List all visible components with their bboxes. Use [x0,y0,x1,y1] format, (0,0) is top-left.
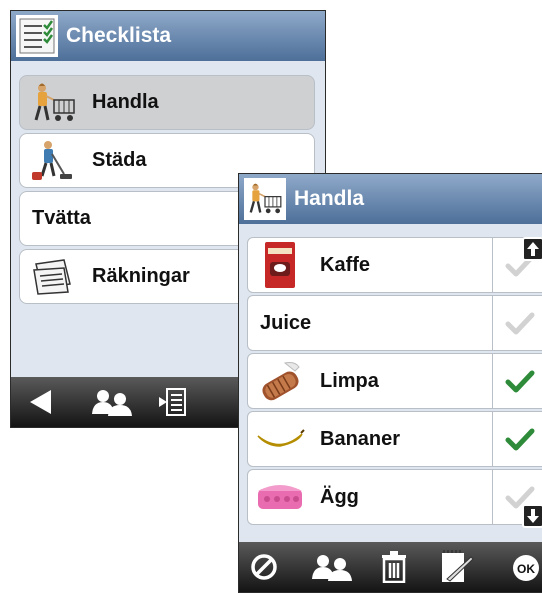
list-item-bananer[interactable]: Bananer [247,411,542,467]
list-item-label: Juice [260,311,312,334]
list-item-handla[interactable]: Handla [19,75,315,130]
list-item-main[interactable]: Kaffe [247,237,493,293]
list-edit-icon[interactable] [157,386,189,418]
list-item-agg[interactable]: Ägg [247,469,542,525]
vacuum-person-icon [28,137,80,185]
list-item-label: Handla [92,91,159,113]
list-item-main[interactable]: Bananer [247,411,493,467]
back-arrow-icon[interactable] [27,389,53,415]
users-icon[interactable] [91,388,135,416]
trash-icon[interactable] [381,551,407,584]
shopping-cart-person-icon [244,178,286,220]
banana-icon [254,414,306,464]
checkmark-checked[interactable] [493,353,542,409]
checklist-icon [16,15,58,57]
checklista-title: Checklista [66,24,172,47]
list-item-main[interactable]: Limpa [247,353,493,409]
list-item-main[interactable]: Juice [247,295,493,351]
list-item-label: Räkningar [92,265,190,287]
shopping-cart-person-icon [28,79,80,127]
cancel-icon[interactable] [250,553,278,581]
list-item-label: Tvätta [32,207,91,229]
egg-carton-icon [254,472,306,522]
handla-window: Handla Kaffe Juice Limpa Bananer Ägg OK [238,173,542,593]
checklista-titlebar: Checklista [11,11,325,61]
list-item-label: Städa [92,149,147,171]
scroll-down-button[interactable] [522,504,542,528]
list-item-label: Limpa [320,369,379,392]
checkmark-checked[interactable] [493,411,542,467]
handla-list: Kaffe Juice Limpa Bananer Ägg [239,224,542,542]
bread-icon [254,356,306,406]
list-item-label: Bananer [320,427,401,450]
list-item-label: Ägg [320,485,359,508]
checkmark-unchecked[interactable] [493,295,542,351]
list-item-kaffe[interactable]: Kaffe [247,237,542,293]
handla-title: Handla [294,187,365,210]
svg-text:OK: OK [517,562,535,576]
ok-icon[interactable]: OK [511,553,541,583]
bills-icon [28,253,80,301]
handla-titlebar: Handla [239,174,542,224]
list-item-juice[interactable]: Juice [247,295,542,351]
handla-toolbar: OK [239,542,542,592]
users-icon[interactable] [311,553,355,581]
coffee-package-icon [254,240,306,290]
list-item-main[interactable]: Ägg [247,469,493,525]
list-item-limpa[interactable]: Limpa [247,353,542,409]
scroll-up-button[interactable] [522,237,542,261]
list-item-label: Kaffe [320,253,371,276]
edit-note-icon[interactable] [439,549,475,585]
